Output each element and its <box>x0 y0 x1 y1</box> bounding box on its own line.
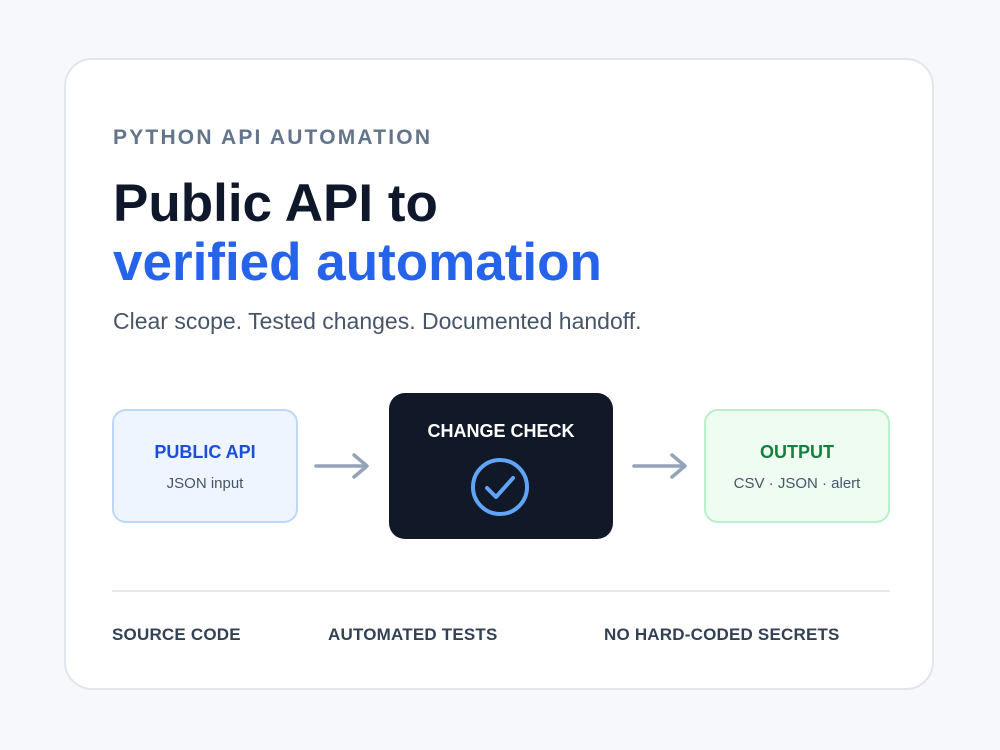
footer-item-source-code: SOURCE CODE <box>112 625 241 644</box>
subtitle: Clear scope. Tested changes. Documented … <box>113 308 642 334</box>
footer-item-no-secrets: NO HARD-CODED SECRETS <box>604 625 840 644</box>
divider <box>112 590 890 592</box>
output-node: OUTPUT CSV · JSON · alert <box>704 409 890 523</box>
right-arrow-icon <box>314 453 369 479</box>
footer-item-automated-tests: AUTOMATED TESTS <box>328 625 498 644</box>
change-check-title: CHANGE CHECK <box>427 421 575 441</box>
eyebrow-label: PYTHON API AUTOMATION <box>113 126 433 149</box>
output-subtitle: CSV · JSON · alert <box>733 475 861 492</box>
public-api-subtitle: JSON input <box>166 475 244 492</box>
check-circle-icon <box>471 458 529 516</box>
headline-line-2: verified automation <box>113 233 602 292</box>
summary-card: PYTHON API AUTOMATION Public API to veri… <box>64 58 934 690</box>
public-api-node: PUBLIC API JSON input <box>112 409 298 523</box>
page-title: Public API to verified automation <box>113 174 602 292</box>
right-arrow-icon <box>632 453 687 479</box>
public-api-title: PUBLIC API <box>154 442 256 462</box>
headline-line-1: Public API to <box>113 174 438 233</box>
change-check-node: CHANGE CHECK <box>389 393 613 539</box>
output-title: OUTPUT <box>760 442 834 462</box>
